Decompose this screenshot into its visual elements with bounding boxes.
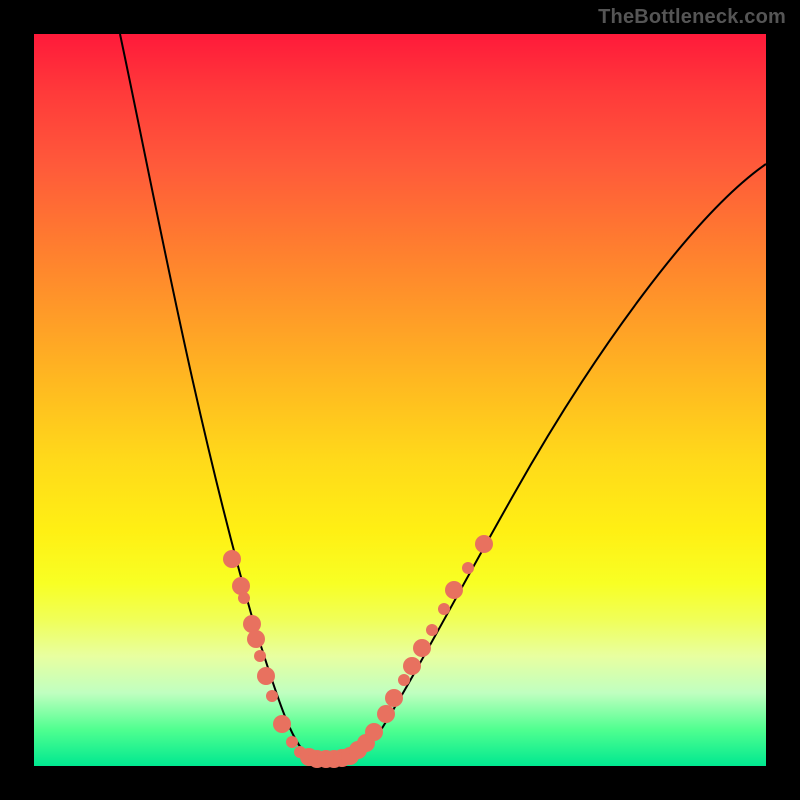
marker-dot xyxy=(257,667,275,685)
marker-dot xyxy=(365,723,383,741)
marker-dot xyxy=(273,715,291,733)
marker-dot xyxy=(223,550,241,568)
marker-dot xyxy=(413,639,431,657)
marker-dot xyxy=(426,624,438,636)
marker-dot xyxy=(238,592,250,604)
marker-dot xyxy=(247,630,265,648)
marker-dot xyxy=(398,674,410,686)
marker-dot xyxy=(475,535,493,553)
marker-dot xyxy=(254,650,266,662)
marker-dot xyxy=(385,689,403,707)
marker-dot xyxy=(445,581,463,599)
marker-group xyxy=(223,535,493,768)
bottleneck-curve xyxy=(120,34,766,758)
marker-dot xyxy=(377,705,395,723)
marker-dot xyxy=(286,736,298,748)
marker-dot xyxy=(232,577,250,595)
chart-svg xyxy=(34,34,766,766)
marker-dot xyxy=(438,603,450,615)
marker-dot xyxy=(266,690,278,702)
marker-dot xyxy=(403,657,421,675)
marker-dot xyxy=(462,562,474,574)
attribution-label: TheBottleneck.com xyxy=(598,6,786,29)
